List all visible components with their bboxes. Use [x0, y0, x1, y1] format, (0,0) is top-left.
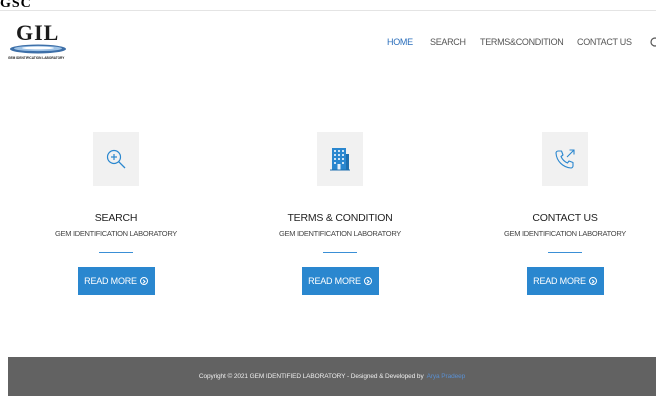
nav-contact-us[interactable]: Contact Us: [577, 37, 632, 47]
card-title: Search: [94, 212, 138, 224]
arrow-circle-icon: [363, 277, 372, 285]
phone-outgoing-icon: [555, 149, 575, 169]
logo-subtitle: GEM IDENTIFICATION LABORATORY: [8, 56, 65, 60]
read-more-label: Read More: [308, 276, 361, 286]
card-divider: [99, 252, 133, 253]
footer-developer-link[interactable]: Arya Pradeep: [427, 373, 466, 380]
card-title: Terms & Condition: [287, 212, 393, 224]
card-title: Contact Us: [532, 212, 598, 224]
magnifier-plus-icon: [106, 149, 126, 169]
card-subtitle: Gem Identification Laboratory: [54, 229, 177, 238]
nav-search[interactable]: Search: [430, 37, 466, 47]
read-more-button[interactable]: Read More: [301, 267, 379, 295]
read-more-label: Read More: [84, 276, 137, 286]
card-icon-box: [542, 132, 588, 186]
read-more-button[interactable]: Read More: [77, 267, 155, 295]
main-nav: Home Search Terms&Condition Contact Us: [0, 37, 656, 49]
service-card-contact: Contact Us Gem Identification Laboratory…: [460, 132, 656, 295]
card-subtitle: Gem Identification Laboratory: [278, 229, 401, 238]
top-divider: [0, 10, 656, 11]
card-divider: [548, 252, 582, 253]
card-subtitle: Gem Identification Laboratory: [503, 229, 626, 238]
arrow-circle-icon: [139, 277, 148, 285]
nav-home[interactable]: Home: [387, 37, 413, 47]
nav-terms-condition[interactable]: Terms&Condition: [480, 37, 564, 47]
footer-copyright: Copyright © 2021 GEM IDENTIFIED LABORATO…: [198, 373, 424, 380]
search-icon[interactable]: [650, 36, 656, 54]
arrow-circle-icon: [588, 277, 597, 285]
card-divider: [323, 252, 357, 253]
site-footer: Copyright © 2021 GEM IDENTIFIED LABORATO…: [8, 357, 656, 396]
service-card-terms: Terms & Condition Gem Identification Lab…: [235, 132, 445, 295]
service-card-search: Search Gem Identification Laboratory Rea…: [11, 132, 221, 295]
read-more-label: Read More: [533, 276, 586, 286]
read-more-button[interactable]: Read More: [526, 267, 604, 295]
building-icon: [330, 148, 350, 171]
card-icon-box: [317, 132, 363, 186]
card-icon-box: [93, 132, 139, 186]
